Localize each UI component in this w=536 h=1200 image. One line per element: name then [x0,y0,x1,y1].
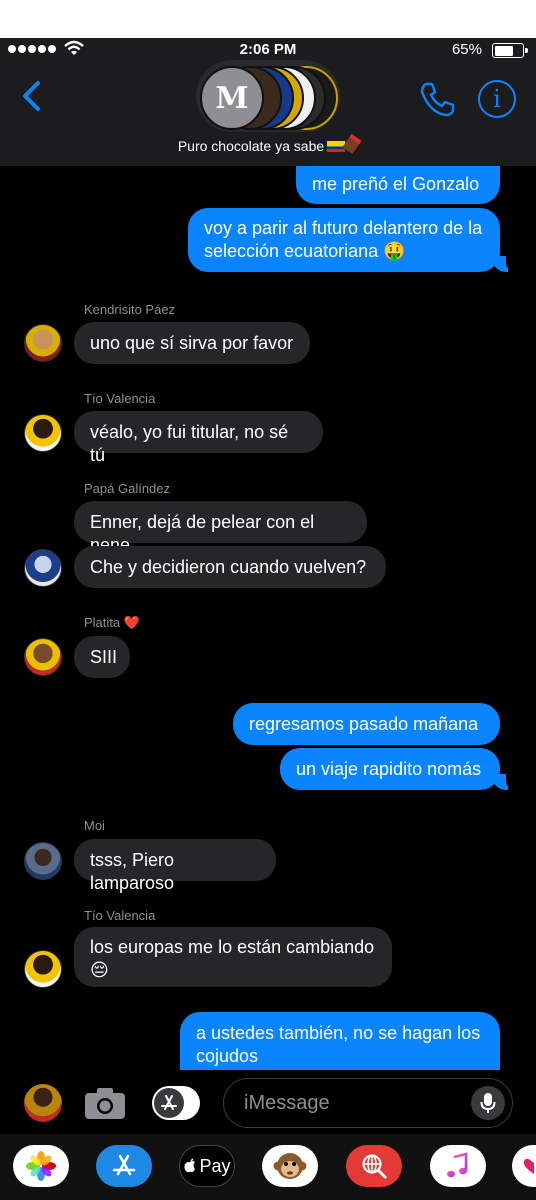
message-text: uno que sí sirva por favor [90,333,294,353]
camera-icon[interactable] [84,1086,126,1120]
my-avatar[interactable] [24,1084,62,1122]
outgoing-message[interactable]: voy a parir al futuro delantero de la se… [188,208,500,272]
photos-icon [26,1151,56,1181]
info-button[interactable]: i [478,80,516,118]
bubble-tail [492,252,518,274]
outgoing-message[interactable]: un viaje rapidito nomás [280,748,500,790]
status-bar: 2:06 PM 65% [0,38,536,62]
message-text: me preñó el Gonzalo [312,174,480,194]
message-text-line: voy a parir al futuro delantero de la [204,218,483,238]
message-text: regresamos pasado mañana [249,714,479,734]
bubble-tail [492,770,518,792]
photos-app-button[interactable] [13,1145,69,1187]
battery-icon [492,43,528,58]
message-text-line: 😔 [90,960,109,980]
group-initial-avatar: M [200,66,264,130]
message-text-line: cojudos [196,1046,259,1066]
contact-avatar[interactable] [24,324,62,362]
sender-name: Kendrisito Páez [84,302,176,317]
top-letterbox [0,0,536,38]
microphone-button[interactable] [471,1086,505,1120]
sender-name-text: Platita [84,615,121,630]
monkey-icon [273,1153,307,1179]
apple-pay-label: Pay [199,1155,231,1176]
digital-touch-app-button[interactable] [512,1145,536,1187]
back-button[interactable] [16,78,52,114]
microphone-icon [480,1093,496,1113]
app-store-icon [112,1154,136,1176]
message-text-line: los europas me lo están cambiando [90,937,375,957]
contact-avatar[interactable] [24,414,62,452]
app-store-icon [154,1088,184,1118]
sender-name: Papá Galíndez [84,481,171,496]
incoming-message[interactable]: uno que sí sirva por favor [74,322,310,364]
group-avatar-stack[interactable]: M [196,60,340,132]
imessage-input[interactable] [223,1078,513,1128]
message-text: un viaje rapidito nomás [296,759,482,779]
app-store-toggle-button[interactable] [152,1086,200,1120]
animoji-app-button[interactable] [262,1145,318,1187]
sender-name: Tío Valencia [84,908,156,923]
message-text: tsss, Piero lamparoso [90,850,175,893]
music-note-icon [447,1152,468,1178]
incoming-message[interactable]: véalo, yo fui titular, no sé tú [74,411,323,465]
heart-icon: ❤️ [123,615,140,630]
contact-avatar[interactable] [24,842,62,880]
app-store-app-button[interactable] [96,1145,152,1187]
apple-pay-button[interactable]: Pay [179,1145,235,1187]
music-app-button[interactable] [430,1145,486,1187]
globe-search-icon [362,1154,387,1179]
contact-avatar[interactable] [24,549,62,587]
group-name[interactable]: Puro chocolate ya sabe [0,134,536,154]
battery-percentage: 65% [451,41,482,58]
heart-icon [523,1158,534,1174]
message-text-line: a ustedes también, no se hagan los [196,1023,481,1043]
web-search-app-button[interactable] [346,1145,402,1187]
incoming-message[interactable]: tsss, Piero lamparoso [74,839,276,893]
incoming-message[interactable]: los europas me lo están cambiando 😔 [74,927,392,987]
contact-avatar[interactable] [24,950,62,988]
apple-logo-icon [184,1158,196,1173]
contact-avatar[interactable] [24,638,62,676]
sender-name: Moi [84,818,105,833]
conversation-header: 2:06 PM 65% M Puro chocolate ya sabe i [0,38,536,166]
outgoing-message[interactable]: a ustedes también, no se hagan los cojud… [180,1012,500,1070]
chocolate-icon [342,134,362,154]
sender-name: Platita ❤️ [84,615,140,631]
incoming-message[interactable]: Enner, dejá de pelear con el nene [74,501,367,555]
app-drawer: Pay [0,1134,536,1200]
message-text: SIII [90,647,118,667]
group-name-text: Puro chocolate ya sabe [177,138,325,154]
outgoing-message[interactable]: me preñó el Gonzalo [296,166,500,204]
phone-call-icon[interactable] [418,80,456,118]
message-text-line: selección ecuatoriana 🤑 [204,241,406,261]
message-text: véalo, yo fui titular, no sé tú [90,422,289,465]
message-text: Che y decidieron cuando vuelven? [90,557,367,577]
sender-name: Tío Valencia [84,391,156,406]
incoming-message[interactable]: SIII [74,636,130,678]
incoming-message[interactable]: Che y decidieron cuando vuelven? [74,546,386,588]
outgoing-message[interactable]: regresamos pasado mañana [233,703,500,745]
